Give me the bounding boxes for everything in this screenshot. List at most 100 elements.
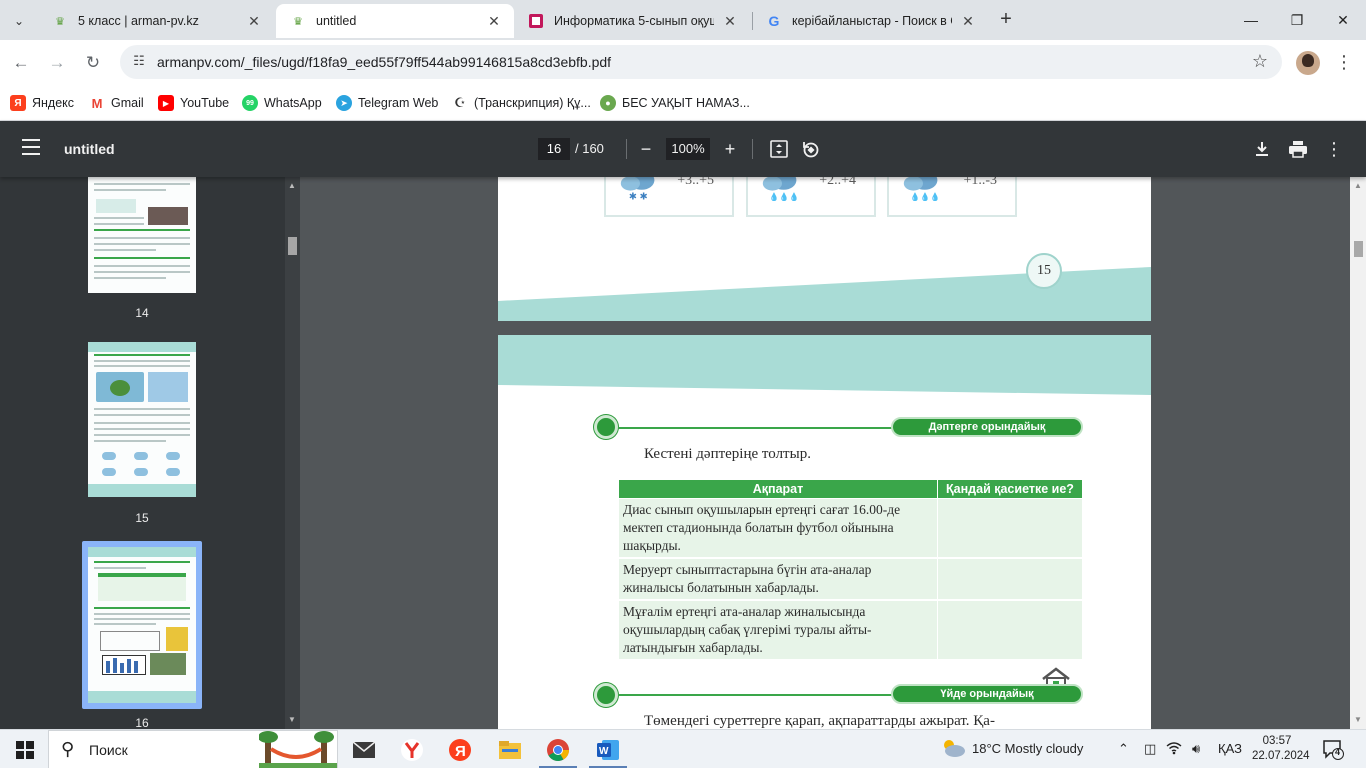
print-icon[interactable] — [1286, 136, 1310, 162]
bookmark-telegram[interactable]: ➤ Telegram Web — [336, 93, 438, 113]
bookmark-yandex[interactable]: Я Яндекс — [10, 93, 74, 113]
svg-text:✱ ✱: ✱ ✱ — [629, 191, 648, 201]
svg-text:Я: Я — [455, 743, 466, 760]
snow-cloud-icon: ✱ ✱ — [620, 177, 655, 201]
yandex-browser-icon[interactable] — [398, 736, 426, 764]
restore-button[interactable]: ❐ — [1274, 6, 1320, 34]
show-hidden-icons-icon[interactable]: ⌃ — [1118, 741, 1129, 757]
zoom-input[interactable]: 100% — [666, 138, 710, 160]
file-explorer-icon[interactable] — [496, 736, 524, 764]
browser-menu-icon[interactable]: ⋮ — [1334, 52, 1354, 73]
forward-button[interactable]: → — [44, 50, 70, 76]
yandex-icon[interactable]: Я — [446, 736, 474, 764]
thumbnail-page-14[interactable] — [88, 177, 196, 293]
taskbar-search[interactable]: ⚲ Поиск — [48, 730, 338, 768]
mail-app-icon[interactable] — [350, 736, 378, 764]
telegram-icon: ➤ — [336, 95, 352, 111]
volume-icon[interactable]: 🔊︎ — [1192, 741, 1200, 757]
bookmark-label: WhatsApp — [264, 96, 322, 110]
profile-avatar[interactable] — [1296, 51, 1320, 75]
bookmark-label: YouTube — [180, 96, 230, 110]
scroll-down-icon[interactable]: ▼ — [1354, 715, 1362, 724]
fit-page-icon[interactable] — [767, 136, 791, 162]
chrome-icon[interactable] — [544, 736, 572, 764]
page-number-input[interactable]: 16 — [538, 138, 570, 160]
thumbnail-page-15[interactable] — [88, 342, 196, 497]
sidebar-scrollbar[interactable]: ▲ ▼ — [285, 177, 300, 729]
weather-icon[interactable] — [940, 737, 966, 762]
table-cell — [937, 599, 1083, 661]
section-marker-icon — [594, 415, 618, 439]
new-tab-button[interactable]: + — [994, 8, 1018, 32]
windows-start-icon[interactable] — [16, 741, 34, 759]
information-table: Ақпарат Қандай қасиетке ие? Диас сынып о… — [618, 479, 1083, 661]
scroll-up-icon[interactable]: ▲ — [1354, 181, 1362, 190]
tab-google-search[interactable]: G керібайланыстар - Поиск в Go ✕ — [752, 4, 988, 38]
google-icon: G — [768, 13, 780, 29]
clock[interactable]: 03:57 22.07.2024 — [1252, 734, 1310, 764]
reload-button[interactable]: ↻ — [80, 50, 106, 76]
word-icon[interactable]: W — [594, 736, 622, 764]
tab-search-button[interactable]: ⌄ — [6, 8, 32, 34]
table-header-row: Ақпарат Қандай қасиетке ие? — [618, 479, 1083, 499]
notification-count: 4 — [1335, 747, 1341, 757]
bookmark-youtube[interactable]: ▶ YouTube — [158, 93, 229, 113]
close-window-button[interactable]: ✕ — [1320, 6, 1366, 34]
wifi-icon[interactable] — [1166, 741, 1182, 758]
sidebar-scroll-thumb[interactable] — [288, 237, 297, 255]
minimize-button[interactable]: — — [1228, 6, 1274, 34]
bookmark-whatsapp[interactable]: 99 WhatsApp — [242, 93, 322, 113]
temperature-label: +2..+4 — [819, 177, 856, 188]
tab-informatika[interactable]: Информатика 5-сынып оқушы ✕ — [514, 4, 750, 38]
section-divider — [618, 427, 894, 429]
weather-card: 💧💧💧 +1..-3 — [887, 177, 1017, 217]
bookmark-namaz[interactable]: ● БЕС УАҚЫТ НАМАЗ... — [600, 93, 750, 113]
thumbnail-page-16[interactable] — [88, 547, 196, 703]
main-scrollbar[interactable]: ▲ ▼ — [1350, 177, 1366, 729]
arman-favicon-icon: ♛ — [55, 15, 65, 28]
close-tab-icon[interactable]: ✕ — [960, 13, 976, 30]
close-tab-icon[interactable]: ✕ — [486, 13, 502, 30]
yandex-icon: Я — [10, 95, 26, 111]
zoom-in-button[interactable]: + — [718, 136, 742, 162]
rotate-icon[interactable] — [799, 136, 823, 162]
main-scroll-thumb[interactable] — [1354, 241, 1363, 257]
weather-text[interactable]: 18°C Mostly cloudy — [972, 741, 1083, 756]
language-indicator[interactable]: ҚАЗ — [1218, 741, 1242, 756]
url-text[interactable]: armanpv.com/_files/ugd/f18fa9_eed55f79ff… — [157, 54, 611, 70]
clock-date: 22.07.2024 — [1252, 750, 1310, 762]
meet-now-icon[interactable]: ◫ — [1144, 741, 1156, 757]
section-marker-icon — [594, 683, 618, 707]
close-tab-icon[interactable]: ✕ — [246, 13, 262, 30]
more-options-icon[interactable]: ⋮ — [1322, 136, 1346, 162]
bookmark-gmail[interactable]: M Gmail — [89, 93, 144, 113]
rain-cloud-icon: 💧💧💧 — [762, 177, 799, 201]
rain-cloud-icon: 💧💧💧 — [903, 177, 940, 201]
table-cell — [937, 557, 1083, 601]
back-button[interactable]: ← — [8, 50, 34, 76]
download-icon[interactable] — [1250, 136, 1274, 162]
search-label: Поиск — [89, 742, 128, 758]
tab-untitled[interactable]: ♛ untitled ✕ — [276, 4, 514, 38]
instruction-text: Кестені дәптеріңе толтыр. — [644, 446, 811, 462]
zoom-out-button[interactable]: − — [634, 136, 658, 162]
bookmarks-bar: Я Яндекс M Gmail ▶ YouTube 99 WhatsApp ➤… — [0, 86, 1366, 121]
bookmark-quran[interactable]: ☪ (Транскрипция) Құ... — [452, 93, 591, 113]
thumbnail-sidebar: 14 15 16 ▲ ▼ — [0, 177, 300, 729]
bookmark-star-icon[interactable]: ☆ — [1252, 51, 1268, 72]
site-info-icon[interactable]: ☷ — [130, 53, 148, 71]
menu-icon[interactable] — [22, 139, 40, 155]
pdf-page-16: Дәптерге орындайық Кестені дәптеріңе тол… — [498, 335, 1151, 729]
tab-title: 5 класс | arman-pv.kz — [78, 14, 199, 28]
scroll-down-icon[interactable]: ▼ — [288, 715, 296, 724]
address-bar[interactable]: ☷ armanpv.com/_files/ugd/f18fa9_eed55f79… — [120, 45, 1282, 79]
table-cell: Мұғалім ертеңгі ата-аналар жиналысында о… — [618, 599, 938, 661]
column-header: Қандай қасиетке ие? — [937, 479, 1083, 499]
browser-toolbar: ← → ↻ ☷ armanpv.com/_files/ugd/f18fa9_ee… — [0, 40, 1366, 86]
tab-arman-pv[interactable]: ♛ 5 класс | arman-pv.kz ✕ — [38, 4, 274, 38]
close-tab-icon[interactable]: ✕ — [722, 13, 738, 30]
search-icon: ⚲ — [61, 739, 75, 759]
scroll-up-icon[interactable]: ▲ — [288, 181, 296, 190]
svg-text:💧💧💧: 💧💧💧 — [910, 191, 940, 201]
notifications-icon[interactable]: 4 — [1322, 738, 1344, 763]
